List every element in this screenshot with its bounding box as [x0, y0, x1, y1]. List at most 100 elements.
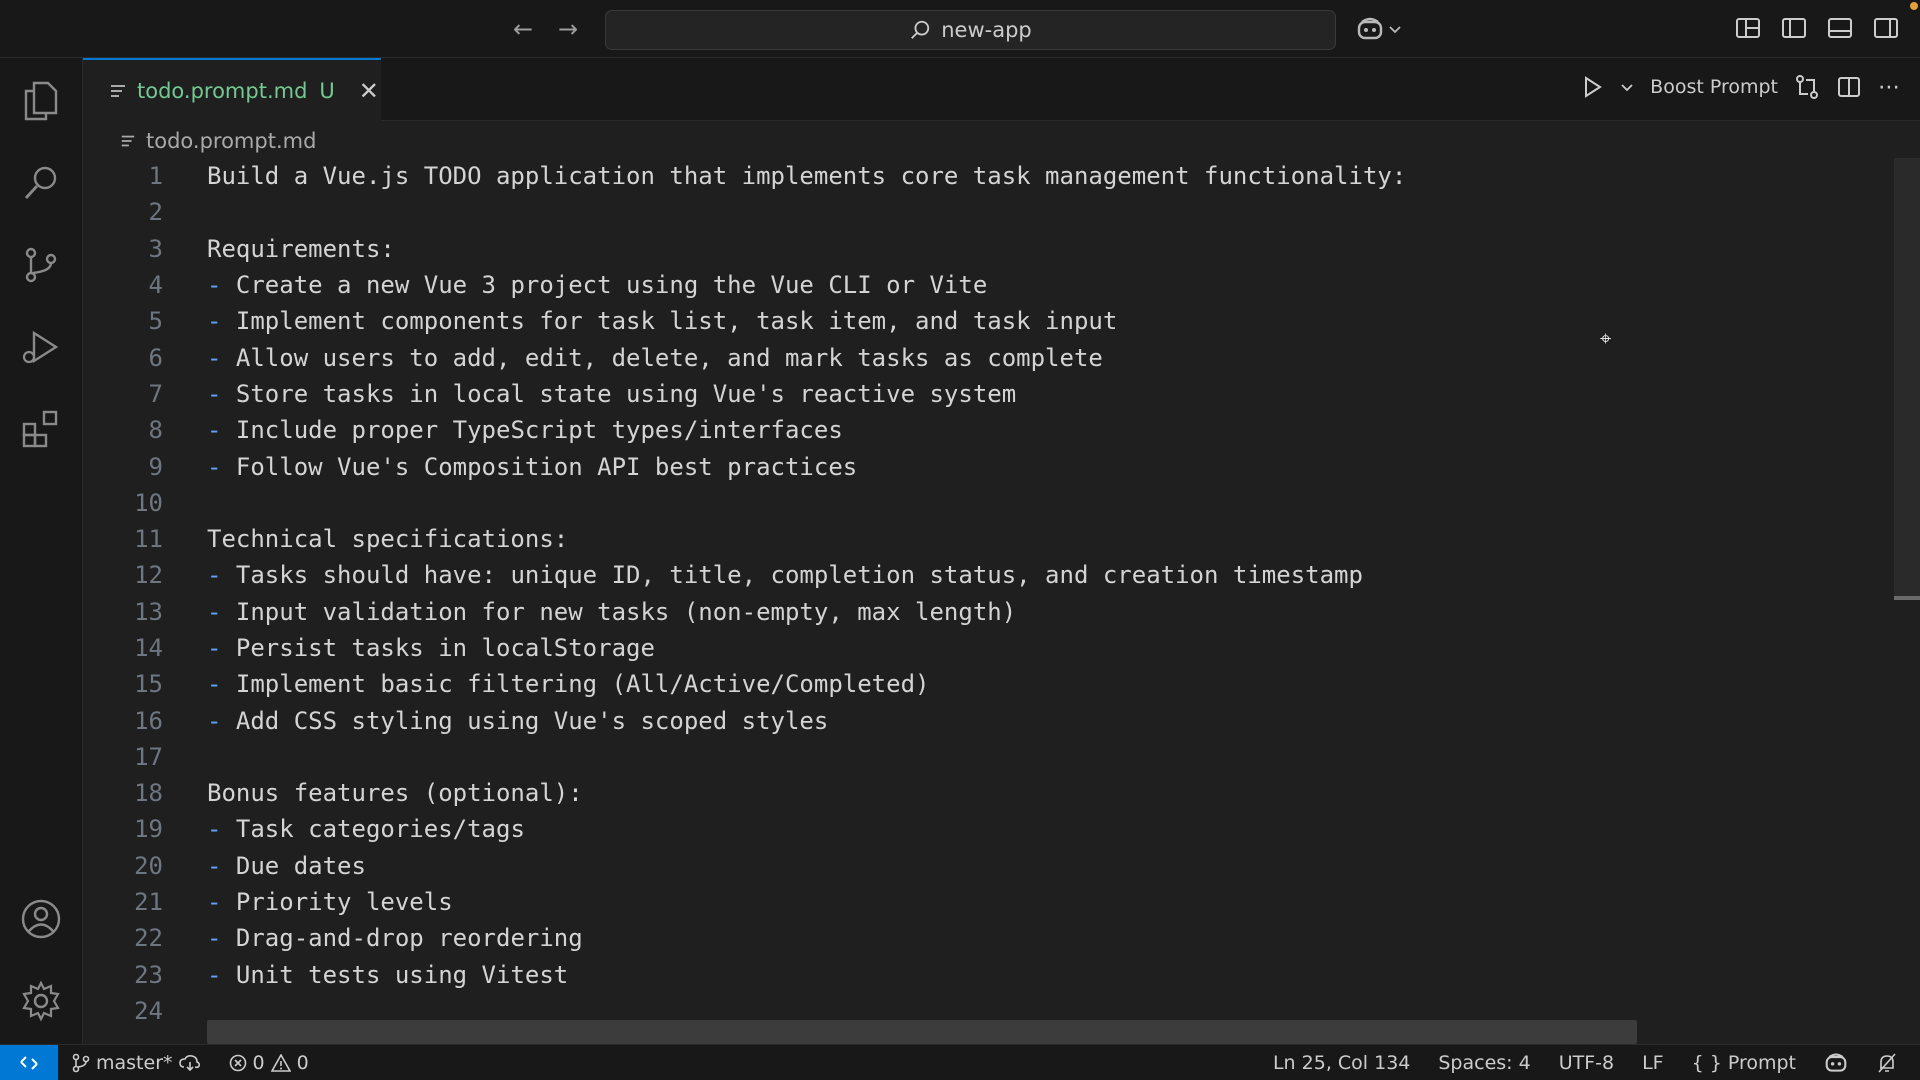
tab-todo-prompt[interactable]: todo.prompt.md U ✕: [83, 58, 381, 121]
line-text: - Implement components for task list, ta…: [207, 307, 1118, 336]
line-number: 20: [134, 851, 163, 880]
code-line[interactable]: 21 - Priority levels: [83, 884, 1893, 920]
mouse-text-cursor-icon: ⌖: [1600, 326, 1612, 350]
code-line[interactable]: 15 - Implement basic filtering (All/Activ…: [83, 666, 1893, 702]
split-editor-icon[interactable]: [1836, 74, 1862, 100]
code-line[interactable]: 3 Requirements:: [83, 231, 1893, 267]
warning-count: 0: [296, 1052, 309, 1074]
code-line[interactable]: 9 - Follow Vue's Composition API best pra…: [83, 448, 1893, 484]
vertical-scrollbar[interactable]: [1894, 158, 1920, 598]
breadcrumb-file[interactable]: todo.prompt.md: [146, 129, 316, 153]
boost-prompt-button[interactable]: Boost Prompt: [1650, 76, 1778, 98]
partial-line-25: [207, 1020, 1637, 1044]
markdown-file-icon: [121, 135, 135, 147]
line-number: 2: [148, 198, 163, 227]
code-line[interactable]: 7 - Store tasks in local state using Vue'…: [83, 376, 1893, 412]
line-text: - Create a new Vue 3 project using the V…: [207, 271, 988, 300]
code-line[interactable]: 8 - Include proper TypeScript types/inter…: [83, 412, 1893, 448]
line-number: 11: [134, 525, 163, 554]
code-line[interactable]: 16 - Add CSS styling using Vue's scoped s…: [83, 702, 1893, 738]
notifications-bell[interactable]: [1876, 1045, 1898, 1080]
code-line[interactable]: 2: [83, 194, 1893, 230]
chevron-down-icon: [1389, 26, 1401, 34]
line-number: 1: [148, 162, 163, 191]
line-text: - Task categories/tags: [207, 815, 525, 844]
tab-label: todo.prompt.md: [137, 78, 308, 103]
code-line[interactable]: 5 - Implement components for task list, t…: [83, 303, 1893, 339]
line-number: 13: [134, 597, 163, 626]
run-icon[interactable]: [1580, 75, 1604, 99]
remote-indicator[interactable]: [0, 1044, 58, 1080]
braces-icon: { }: [1691, 1052, 1722, 1074]
line-number: 23: [134, 960, 163, 989]
line-number: 8: [148, 416, 163, 445]
customize-layout-icon[interactable]: [1734, 14, 1762, 42]
sync-icon[interactable]: [178, 1054, 201, 1072]
code-line[interactable]: 18 Bonus features (optional):: [83, 775, 1893, 811]
code-line[interactable]: 11 Technical specifications:: [83, 521, 1893, 557]
copilot-status[interactable]: [1824, 1045, 1848, 1080]
breadcrumb: todo.prompt.md: [120, 126, 316, 156]
explorer-icon[interactable]: [18, 78, 64, 124]
command-center-search[interactable]: new-app: [605, 10, 1336, 50]
code-line[interactable]: 17: [83, 739, 1893, 775]
code-line[interactable]: 10: [83, 485, 1893, 521]
status-bar: master* 0 0 Ln 25, Col 134 Spaces: 4 UTF…: [0, 1044, 1920, 1080]
source-control-icon[interactable]: [18, 242, 64, 288]
line-text: Bonus features (optional):: [207, 779, 583, 808]
line-number: 22: [134, 924, 163, 953]
warning-icon: [270, 1054, 291, 1072]
activity-bar: [0, 58, 83, 1044]
problems-indicator[interactable]: 0 0: [229, 1045, 309, 1080]
gear-icon[interactable]: [18, 978, 64, 1024]
untracked-badge: U: [319, 78, 335, 103]
line-number: 4: [148, 271, 163, 300]
language-mode[interactable]: { } Prompt: [1692, 1045, 1796, 1080]
code-line[interactable]: 13 - Input validation for new tasks (non-…: [83, 594, 1893, 630]
run-and-debug-icon[interactable]: [18, 324, 64, 370]
line-number: 15: [134, 670, 163, 699]
line-number: 14: [134, 634, 163, 662]
code-editor[interactable]: 1 Build a Vue.js TODO application that im…: [83, 158, 1893, 1044]
indentation[interactable]: Spaces: 4: [1438, 1045, 1530, 1080]
encoding[interactable]: UTF-8: [1559, 1045, 1614, 1080]
code-line[interactable]: 1 Build a Vue.js TODO application that im…: [83, 158, 1893, 194]
accounts-icon[interactable]: [18, 896, 64, 942]
line-text: - Persist tasks in localStorage: [207, 634, 655, 662]
search-icon[interactable]: [18, 160, 64, 206]
code-line[interactable]: 4 - Create a new Vue 3 project using the …: [83, 267, 1893, 303]
chevron-down-icon[interactable]: [1620, 80, 1634, 94]
line-number: 6: [148, 343, 163, 372]
toggle-secondary-sidebar-icon[interactable]: [1872, 14, 1900, 42]
error-count: 0: [252, 1052, 265, 1074]
arrow-left-icon[interactable]: ←: [508, 14, 538, 44]
line-text: - Priority levels: [207, 888, 453, 917]
more-actions-icon[interactable]: ⋯: [1878, 75, 1900, 100]
close-icon[interactable]: ✕: [359, 77, 379, 105]
code-line[interactable]: 14 - Persist tasks in localStorage: [83, 630, 1893, 666]
extensions-icon[interactable]: [18, 406, 64, 452]
code-line[interactable]: 20 - Due dates: [83, 848, 1893, 884]
remote-icon: [20, 1055, 38, 1070]
copilot-menu[interactable]: [1356, 14, 1412, 44]
line-text: - Drag-and-drop reordering: [207, 924, 583, 953]
compare-changes-icon[interactable]: [1794, 74, 1820, 100]
arrow-right-icon[interactable]: →: [553, 14, 583, 44]
scrollbar-cursor-marker: [1894, 596, 1920, 600]
line-text: Technical specifications:: [207, 525, 569, 554]
line-number: 5: [148, 307, 163, 336]
line-number: 17: [134, 742, 163, 771]
code-line[interactable]: 23 - Unit tests using Vitest: [83, 957, 1893, 993]
line-text: Build a Vue.js TODO application that imp…: [207, 162, 1407, 191]
end-of-line[interactable]: LF: [1642, 1045, 1664, 1080]
code-line[interactable]: 22 - Drag-and-drop reordering: [83, 920, 1893, 956]
branch-indicator[interactable]: master*: [72, 1045, 201, 1080]
toggle-panel-icon[interactable]: [1826, 14, 1854, 42]
line-text: Requirements:: [207, 234, 395, 263]
code-line[interactable]: 12 - Tasks should have: unique ID, title,…: [83, 557, 1893, 593]
code-line[interactable]: 19 - Task categories/tags: [83, 811, 1893, 847]
toggle-primary-sidebar-icon[interactable]: [1780, 14, 1808, 42]
cursor-position[interactable]: Ln 25, Col 134: [1273, 1045, 1410, 1080]
search-icon: [911, 20, 930, 39]
code-line[interactable]: 6 - Allow users to add, edit, delete, and…: [83, 339, 1893, 375]
